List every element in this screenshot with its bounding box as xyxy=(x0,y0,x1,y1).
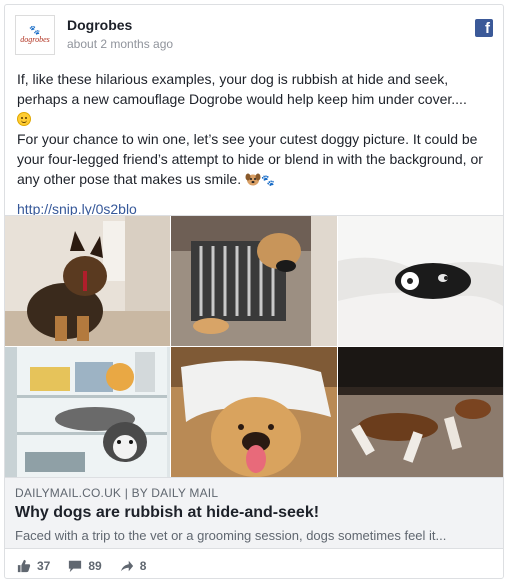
photo-grid xyxy=(5,215,503,477)
post-footer: 37 89 8 xyxy=(17,557,146,575)
link-description: Faced with a trip to the vet or a groomi… xyxy=(15,528,447,543)
facebook-post-card: 🐾 dogrobes Dogrobes about 2 months ago f… xyxy=(4,4,504,579)
likes-count: 37 xyxy=(37,559,51,573)
comment-icon xyxy=(69,560,82,573)
share-arrow-icon xyxy=(120,560,133,572)
link-source: DAILYMAIL.CO.UK | BY DAILY MAIL xyxy=(15,486,218,500)
comments-stat[interactable]: 89 xyxy=(68,559,102,573)
shares-count: 8 xyxy=(139,559,147,573)
photo-dog-behind-paper[interactable] xyxy=(5,216,170,346)
dog-face-emoji-icon xyxy=(245,173,261,186)
paw-prints-emoji-icon: 🐾 xyxy=(261,175,275,187)
comments-count: 89 xyxy=(88,559,102,573)
photo-dog-under-couch[interactable] xyxy=(338,347,503,477)
link-preview[interactable]: DAILYMAIL.CO.UK | BY DAILY MAIL Why dogs… xyxy=(5,477,503,549)
post-timestamp[interactable]: about 2 months ago xyxy=(67,37,173,51)
thumbs-up-icon xyxy=(17,559,31,573)
smile-emoji-icon xyxy=(17,112,31,126)
likes-stat[interactable]: 37 xyxy=(17,559,50,573)
post-header: 🐾 dogrobes Dogrobes about 2 months ago f xyxy=(15,15,495,55)
link-author: BY DAILY MAIL xyxy=(131,486,219,500)
page-name[interactable]: Dogrobes xyxy=(67,17,132,33)
link-domain: DAILYMAIL.CO.UK xyxy=(15,486,122,500)
shares-stat[interactable]: 8 xyxy=(120,559,147,573)
photo-husky-in-fridge[interactable] xyxy=(5,347,170,477)
avatar[interactable]: 🐾 dogrobes xyxy=(15,15,55,55)
post-paragraph: If, like these hilarious examples, your … xyxy=(17,69,493,129)
post-paragraph: For your chance to win one, let’s see yo… xyxy=(17,129,493,191)
facebook-icon[interactable]: f xyxy=(475,19,493,37)
post-body: If, like these hilarious examples, your … xyxy=(17,69,493,219)
photo-dog-under-pillows[interactable] xyxy=(338,216,503,346)
link-separator: | xyxy=(124,486,129,500)
avatar-logo-text: dogrobes xyxy=(20,34,50,44)
post-paragraph-text: If, like these hilarious examples, your … xyxy=(17,71,467,107)
photo-golden-retriever-under-blanket[interactable] xyxy=(171,347,337,477)
paw-logo-icon: 🐾 xyxy=(29,24,41,35)
link-headline[interactable]: Why dogs are rubbish at hide-and-seek! xyxy=(15,504,319,522)
photo-dog-in-radiator[interactable] xyxy=(171,216,337,346)
